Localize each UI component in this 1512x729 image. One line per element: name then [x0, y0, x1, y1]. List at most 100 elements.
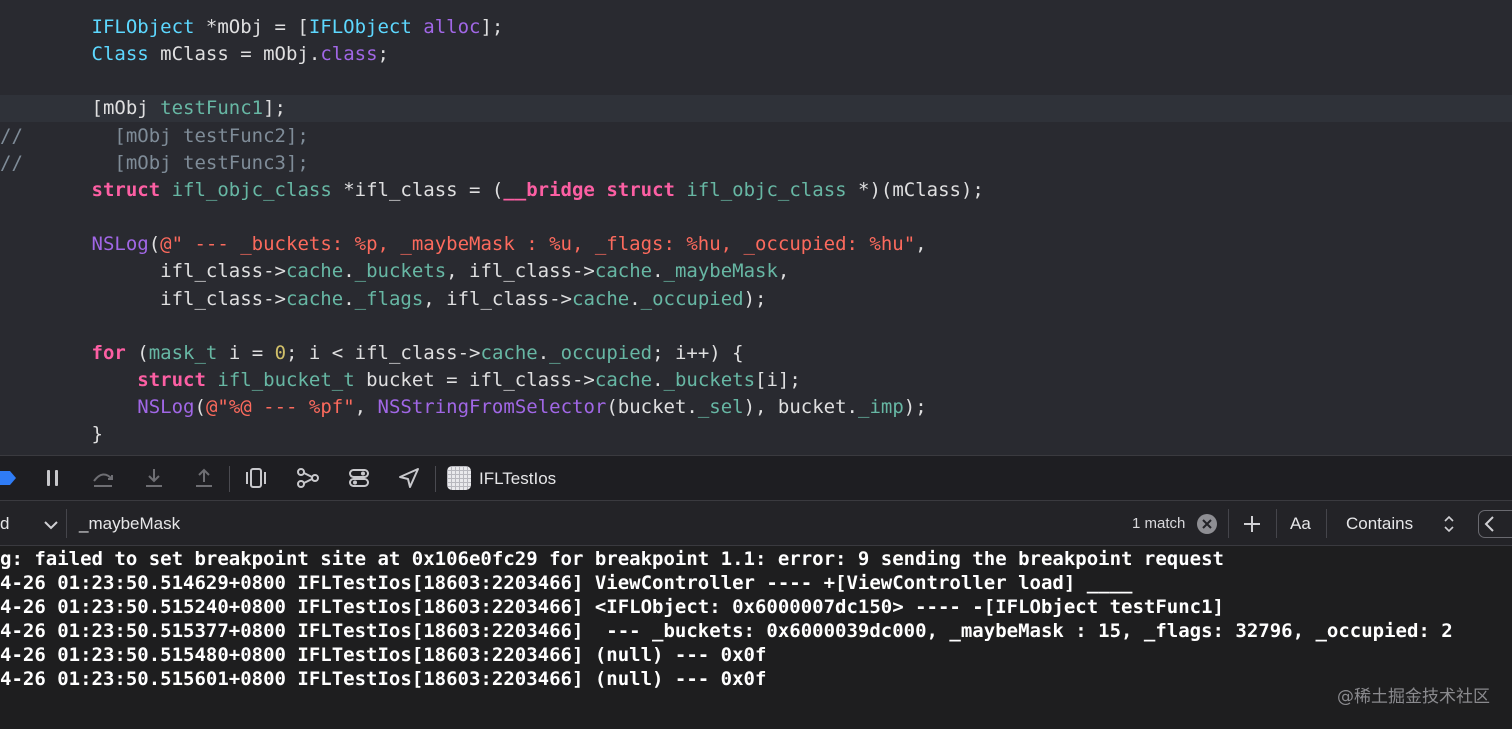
output-scope-selector[interactable]: d: [0, 501, 9, 546]
code-token: cache: [594, 369, 653, 391]
code-token: testFunc1: [160, 97, 264, 119]
debug-console[interactable]: @稀土掘金技术社区 g: failed to set breakpoint si…: [0, 546, 1512, 729]
code-token: cache: [285, 260, 344, 282]
step-out-icon[interactable]: [189, 464, 219, 492]
breakpoints-icon[interactable]: [0, 464, 22, 492]
console-log-line: 4-26 01:23:50.515601+0800 IFLTestIos[186…: [0, 668, 767, 690]
location-icon[interactable]: [394, 464, 424, 492]
match-case-button[interactable]: Aa: [1290, 501, 1311, 546]
console-log-line: 4-26 01:23:50.514629+0800 IFLTestIos[186…: [0, 572, 1133, 594]
code-token: ifl_objc_class: [171, 179, 332, 201]
filter-divider: [1276, 509, 1277, 538]
code-token: ; i++) {: [652, 342, 744, 364]
debug-bar: IFLTestIos: [0, 455, 1512, 501]
code-token: *ifl_class = (: [331, 179, 504, 201]
code-token: ,: [777, 260, 790, 282]
code-token: _maybeMask: [663, 260, 778, 282]
code-token: @" --- _buckets: %p, _maybeMask : %u, _f…: [160, 233, 916, 255]
code-token: .: [343, 288, 355, 310]
code-line[interactable]: struct ifl_objc_class *ifl_class = (__br…: [0, 177, 1512, 204]
code-token: Class: [91, 43, 149, 65]
console-log-line: 4-26 01:23:50.515240+0800 IFLTestIos[186…: [0, 596, 1224, 618]
console-log-line: g: failed to set breakpoint site at 0x10…: [0, 548, 1224, 570]
step-over-icon[interactable]: [88, 464, 118, 492]
code-token: bucket = ifl_class->: [354, 369, 595, 391]
code-token: cache: [572, 288, 630, 310]
code-token: ; i < ifl_class->: [286, 342, 481, 364]
code-token: .: [652, 260, 664, 282]
environment-overrides-icon[interactable]: [344, 464, 374, 492]
code-token: for: [91, 342, 126, 364]
code-token: _imp: [858, 396, 904, 418]
code-line[interactable]: ifl_class->cache._flags, ifl_class->cach…: [0, 286, 1512, 313]
code-token: _sel: [697, 396, 744, 418]
code-token: alloc: [423, 16, 481, 38]
code-token: // [mObj testFunc3];: [0, 152, 309, 174]
code-token: cache: [480, 342, 538, 364]
code-line[interactable]: }: [0, 421, 1512, 448]
code-line[interactable]: [0, 68, 1512, 95]
code-token: .: [537, 342, 550, 364]
code-token: , ifl_class->: [423, 288, 572, 310]
code-token: ;: [377, 43, 389, 65]
code-token: __bridge: [503, 179, 595, 201]
code-token: .: [343, 260, 355, 282]
code-token: ];: [480, 16, 504, 38]
toolbar-divider: [229, 466, 230, 492]
code-token: _buckets: [663, 369, 756, 391]
code-line[interactable]: [mObj testFunc1];: [0, 95, 1512, 122]
code-token: ifl_bucket_t: [217, 369, 355, 391]
filter-divider: [1326, 509, 1327, 538]
step-into-icon[interactable]: [139, 464, 169, 492]
previous-match-button[interactable]: [1478, 510, 1512, 538]
code-line[interactable]: NSLog(@"%@ --- %pf", NSStringFromSelecto…: [0, 394, 1512, 421]
code-token: ifl_class->: [0, 288, 286, 310]
code-line[interactable]: struct ifl_bucket_t bucket = ifl_class->…: [0, 367, 1512, 394]
clear-search-icon[interactable]: [1197, 514, 1217, 534]
code-line[interactable]: [0, 204, 1512, 231]
match-count: 1 match: [1132, 515, 1186, 532]
code-token: , ifl_class->: [446, 260, 595, 282]
code-token: ifl_class->: [0, 260, 286, 282]
code-token: _occupied: [549, 342, 653, 364]
console-filter-bar: d _maybeMask 1 match Aa Contains: [0, 501, 1512, 546]
code-token: ];: [263, 97, 286, 119]
up-down-chevron-icon[interactable]: [1443, 501, 1455, 546]
code-token: NSStringFromSelector: [377, 396, 607, 418]
filter-divider: [66, 509, 67, 538]
chevron-down-icon[interactable]: [44, 502, 58, 547]
pause-icon[interactable]: [38, 464, 68, 492]
code-token: ,: [915, 233, 927, 255]
code-line[interactable]: IFLObject *mObj = [IFLObject alloc];: [0, 14, 1512, 41]
code-token: @"%@ --- %pf": [205, 396, 355, 418]
console-log-line: 4-26 01:23:50.515480+0800 IFLTestIos[186…: [0, 644, 767, 666]
code-token: struct: [91, 179, 161, 201]
app-scheme-icon[interactable]: [447, 466, 471, 490]
code-line[interactable]: // [mObj testFunc2];: [0, 123, 1512, 150]
code-line[interactable]: // [mObj testFunc3];: [0, 150, 1512, 177]
code-token: ifl_objc_class: [686, 179, 847, 201]
filter-divider: [1228, 509, 1229, 538]
code-token: mClass = mObj.: [148, 43, 321, 65]
view-hierarchy-icon[interactable]: [241, 464, 271, 492]
scheme-name[interactable]: IFLTestIos: [479, 468, 556, 490]
code-line[interactable]: Class mClass = mObj.class;: [0, 41, 1512, 68]
add-icon[interactable]: [1243, 501, 1261, 546]
code-token: 0: [274, 342, 287, 364]
code-line[interactable]: for (mask_t i = 0; i < ifl_class->cache.…: [0, 340, 1512, 367]
source-editor[interactable]: IFLObject *mObj = [IFLObject alloc]; Cla…: [0, 0, 1512, 455]
code-line[interactable]: [0, 313, 1512, 340]
code-line[interactable]: NSLog(@" --- _buckets: %p, _maybeMask : …: [0, 231, 1512, 258]
match-mode-select[interactable]: Contains: [1346, 501, 1413, 546]
memory-graph-icon[interactable]: [293, 464, 323, 492]
code-token: struct: [137, 369, 206, 391]
search-input[interactable]: _maybeMask: [79, 501, 180, 546]
code-token: .: [629, 288, 641, 310]
code-line[interactable]: ifl_class->cache._buckets, ifl_class->ca…: [0, 258, 1512, 285]
